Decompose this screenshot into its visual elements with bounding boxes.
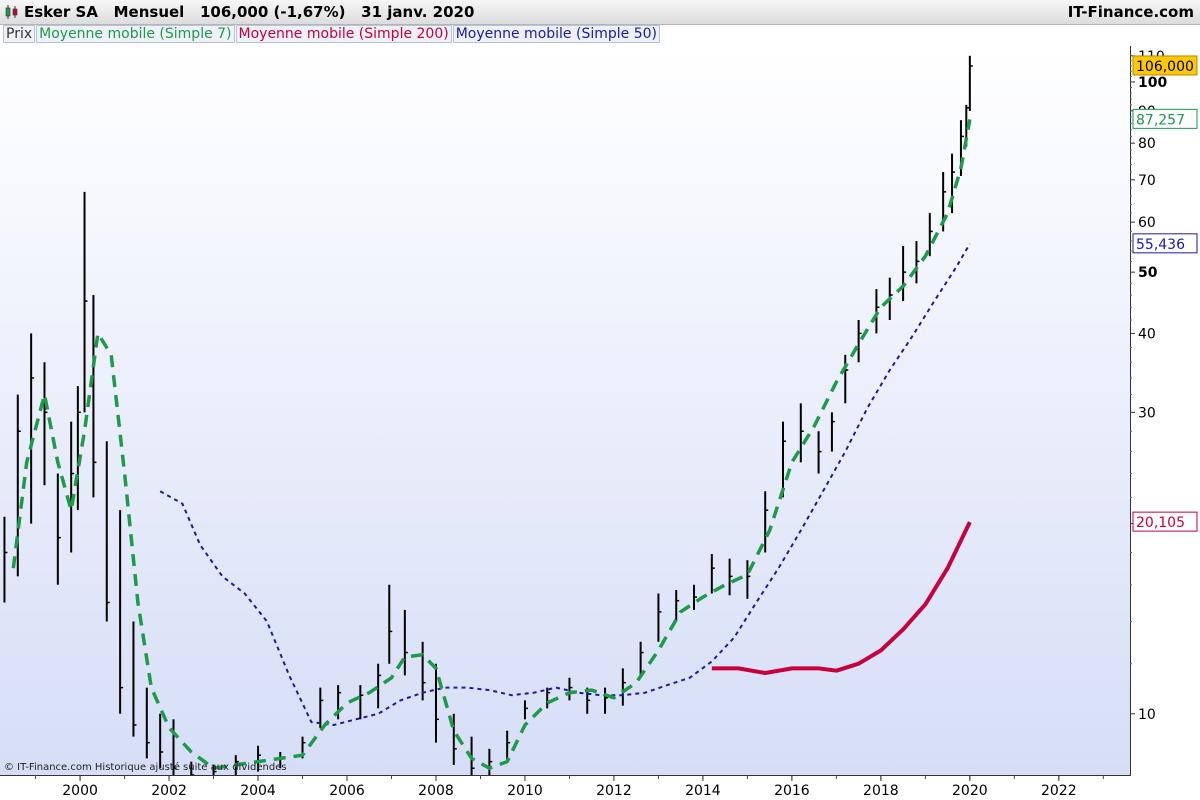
price-chart[interactable]: 1030405060708090100110106,00087,25755,43… <box>0 0 1200 800</box>
y-tick-label: 60 <box>1138 215 1156 231</box>
y-axis-panel <box>1131 46 1200 800</box>
x-tick-label: 2002 <box>151 783 187 799</box>
x-tick-label: 2000 <box>62 783 98 799</box>
x-tick-label: 2022 <box>1041 783 1077 799</box>
y-tick-label: 50 <box>1138 265 1158 281</box>
x-tick-label: 2008 <box>418 783 454 799</box>
y-tick-label: 30 <box>1138 405 1156 421</box>
last-value-label: 55,436 <box>1136 237 1185 253</box>
x-tick-label: 2010 <box>507 783 543 799</box>
last-value-label: 20,105 <box>1136 515 1185 531</box>
x-tick-label: 2014 <box>685 783 721 799</box>
y-tick-label: 80 <box>1138 136 1156 152</box>
y-tick-label: 10 <box>1138 707 1156 723</box>
last-value-label: 106,000 <box>1136 59 1194 75</box>
x-tick-label: 2006 <box>329 783 365 799</box>
x-tick-label: 2012 <box>596 783 632 799</box>
y-tick-label: 40 <box>1138 326 1156 342</box>
y-tick-label: 70 <box>1138 173 1156 189</box>
x-tick-label: 2016 <box>774 783 810 799</box>
y-tick-label: 100 <box>1138 75 1167 91</box>
x-tick-label: 2004 <box>240 783 276 799</box>
footer-note: © IT-Finance.com Historique ajusté suite… <box>4 762 287 773</box>
x-tick-label: 2020 <box>952 783 988 799</box>
x-tick-label: 2018 <box>863 783 899 799</box>
last-value-label: 87,257 <box>1136 112 1185 128</box>
